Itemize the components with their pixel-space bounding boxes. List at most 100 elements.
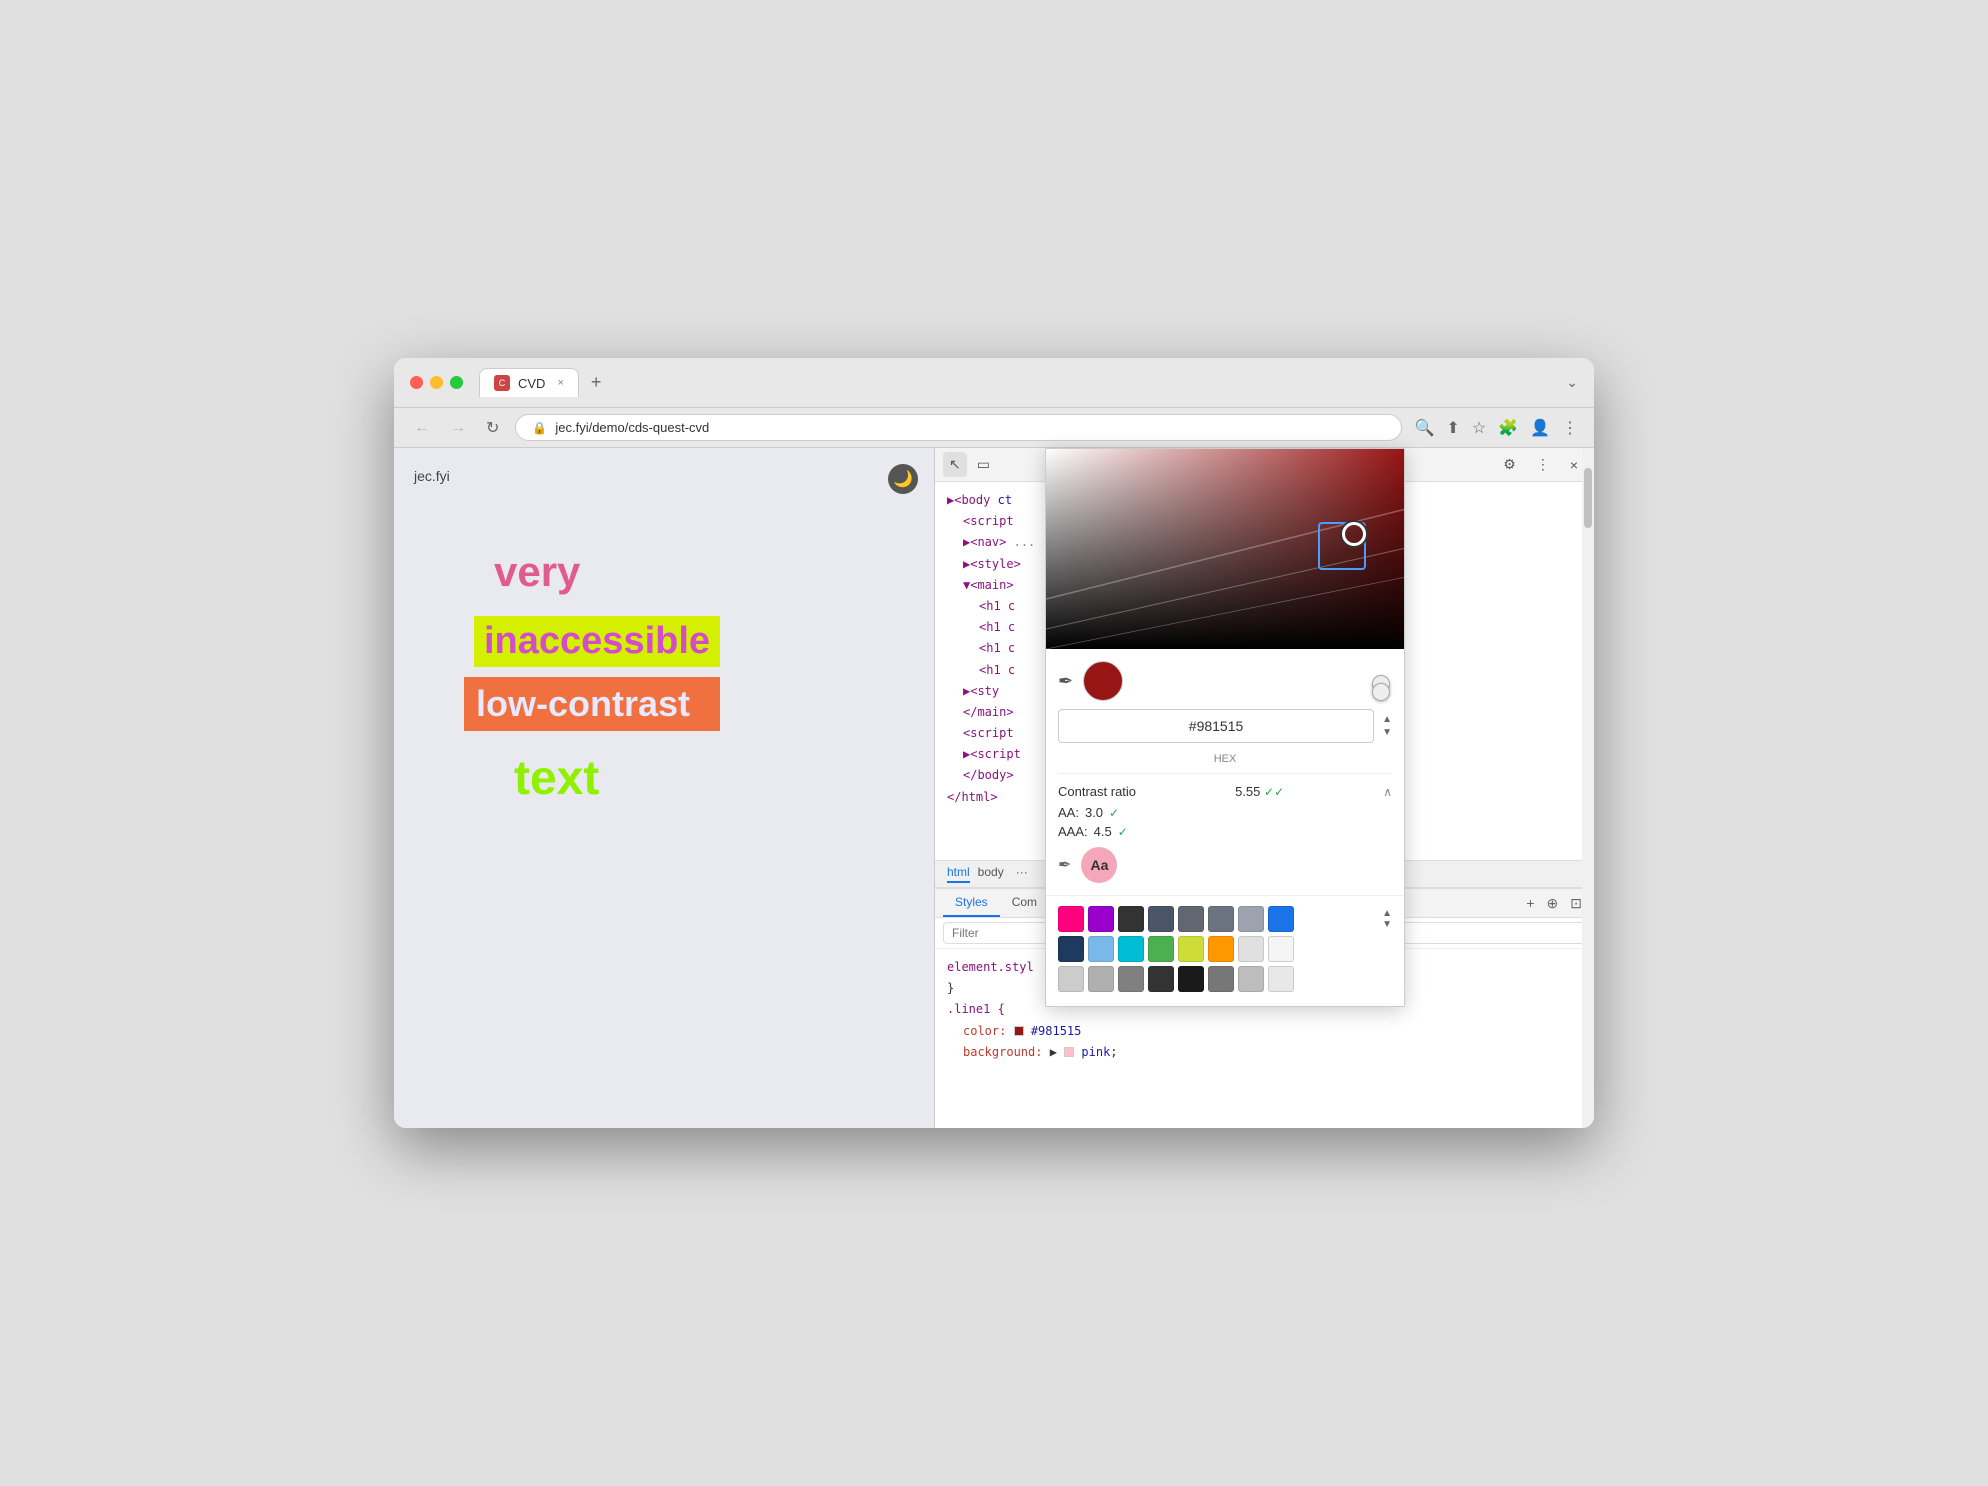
new-tab-button[interactable]: + <box>583 372 610 393</box>
bookmark-icon[interactable]: ☆ <box>1472 418 1486 438</box>
new-style-rule-button[interactable]: ⊕ <box>1543 893 1563 914</box>
swatch-blue[interactable] <box>1268 906 1294 932</box>
tab-computed[interactable]: Com <box>1000 889 1049 917</box>
css-background-triangle: ▶ <box>1050 1045 1064 1059</box>
aa-label: AA: <box>1058 805 1079 820</box>
contrast-section: Contrast ratio 5.55 ✓✓ ∧ AA: 3.0 ✓ <box>1058 773 1392 883</box>
css-color-value: #981515 <box>1031 1024 1082 1038</box>
eyedropper-button[interactable]: ✒ <box>1058 671 1073 692</box>
swatch-green[interactable] <box>1148 936 1174 962</box>
dom-tag-style2: ▶<sty <box>963 684 999 698</box>
swatch-lime[interactable] <box>1178 936 1204 962</box>
dom-tag-body: ▶<body <box>947 493 990 507</box>
css-background-swatch-inline[interactable] <box>1064 1047 1074 1057</box>
browser-window: C CVD × + ⌄ ← → ↻ 🔒 jec.fyi/demo/cds-que… <box>394 358 1594 1128</box>
swatch-dark-blue[interactable] <box>1058 936 1084 962</box>
add-style-rule-button[interactable]: + <box>1522 893 1538 913</box>
swatch-light-blue[interactable] <box>1088 936 1114 962</box>
element-picker-button[interactable]: ↖ <box>943 452 967 477</box>
settings-button[interactable]: ⚙ <box>1495 452 1524 477</box>
swatch-purple[interactable] <box>1088 906 1114 932</box>
search-icon[interactable]: 🔍 <box>1414 418 1434 438</box>
maximize-window-button[interactable] <box>450 376 463 389</box>
hex-stepper[interactable]: ▲ ▼ <box>1382 714 1392 738</box>
swatch-light-gray[interactable] <box>1238 936 1264 962</box>
swatch-near-black[interactable] <box>1148 966 1174 992</box>
swatch-gray7[interactable] <box>1208 966 1234 992</box>
url-text: jec.fyi/demo/cds-quest-cvd <box>555 420 709 435</box>
devtools-panel: ↖ ▭ ⚙ ⋮ × <box>934 448 1594 1128</box>
device-emulation-button[interactable]: ▭ <box>971 452 996 477</box>
swatch-off-white[interactable] <box>1268 966 1294 992</box>
swatch-gray3[interactable] <box>1238 906 1264 932</box>
scrollbar[interactable] <box>1582 448 1594 1128</box>
lock-icon: 🔒 <box>532 421 547 435</box>
color-cursor[interactable] <box>1342 522 1366 546</box>
scrollbar-thumb[interactable] <box>1584 468 1592 528</box>
hex-input-area: #981515 ▲ ▼ <box>1058 709 1392 743</box>
swatch-gray2[interactable] <box>1208 906 1234 932</box>
close-window-button[interactable] <box>410 376 423 389</box>
color-swatch-preview[interactable] <box>1083 661 1123 701</box>
swatch-orange[interactable] <box>1208 936 1234 962</box>
contrast-preview-badge: Aa <box>1081 847 1117 883</box>
forward-button[interactable]: → <box>446 417 470 439</box>
css-selector-element: element.styl <box>947 960 1034 974</box>
swatch-gray6[interactable] <box>1118 966 1144 992</box>
share-icon[interactable]: ⬆ <box>1446 418 1459 438</box>
swatch-gray1[interactable] <box>1178 906 1204 932</box>
minimize-window-button[interactable] <box>430 376 443 389</box>
swatch-gray4[interactable] <box>1058 966 1084 992</box>
color-gradient-canvas[interactable] <box>1046 449 1404 649</box>
dom-attr-body: ct <box>998 493 1012 507</box>
swatch-lighter-gray[interactable] <box>1268 936 1294 962</box>
address-actions: 🔍 ⬆ ☆ 🧩 👤 ⋮ <box>1414 418 1578 438</box>
swatches-row-3 <box>1058 966 1392 992</box>
contrast-expand-button[interactable]: ∧ <box>1383 785 1392 799</box>
url-bar[interactable]: 🔒 jec.fyi/demo/cds-quest-cvd <box>515 414 1402 441</box>
body-tab[interactable]: body <box>978 865 1004 883</box>
css-color-swatch-inline[interactable] <box>1014 1026 1024 1036</box>
reload-button[interactable]: ↻ <box>482 416 503 440</box>
alpha-thumb[interactable] <box>1372 683 1390 701</box>
dom-tag-h1-3: <h1 c <box>979 641 1015 655</box>
dom-dots-nav: ... <box>1014 535 1036 549</box>
css-background-value: pink; <box>1081 1045 1117 1059</box>
dom-tag-h1-4: <h1 c <box>979 663 1015 677</box>
menu-icon[interactable]: ⋮ <box>1562 418 1578 438</box>
contrast-ratio-row: Contrast ratio 5.55 ✓✓ ∧ <box>1058 784 1392 799</box>
aa-value: 3.0 <box>1085 805 1103 820</box>
swatch-dark2[interactable] <box>1148 906 1174 932</box>
dark-mode-button[interactable]: 🌙 <box>888 464 918 494</box>
extensions-icon[interactable]: 🧩 <box>1498 418 1518 438</box>
profile-icon[interactable]: 👤 <box>1530 418 1550 438</box>
dom-tag-main: ▼<main> <box>963 578 1014 592</box>
swatch-black[interactable] <box>1178 966 1204 992</box>
contrast-eyedropper-button[interactable]: ✒ <box>1058 855 1071 875</box>
more-options-button[interactable]: ⋮ <box>1528 452 1558 477</box>
aaa-check-icon: ✓ <box>1118 825 1128 839</box>
color-picker-controls: ✒ #981515 <box>1046 649 1404 895</box>
html-tab[interactable]: html <box>947 865 970 883</box>
contrast-ratio-value: 5.55 ✓✓ <box>1235 784 1284 799</box>
tab-styles[interactable]: Styles <box>943 889 1000 917</box>
swatch-gray5[interactable] <box>1088 966 1114 992</box>
swatch-gray8[interactable] <box>1238 966 1264 992</box>
dom-tag-script3: ▶<script <box>963 747 1021 761</box>
css-color-prop: color: #981515 <box>947 1021 1582 1042</box>
demo-text-area: very inaccessible low-contrast text <box>434 528 720 806</box>
back-button[interactable]: ← <box>410 417 434 439</box>
page-content: jec.fyi 🌙 very inaccessible low-contrast… <box>394 448 934 1128</box>
dots-tab[interactable]: ··· <box>1016 865 1028 883</box>
site-name: jec.fyi <box>414 468 450 484</box>
tab-chevron-icon[interactable]: ⌄ <box>1566 374 1578 391</box>
tab-close-button[interactable]: × <box>557 377 563 389</box>
swatch-pink[interactable] <box>1058 906 1084 932</box>
swatch-dark1[interactable] <box>1118 906 1144 932</box>
browser-tab-cvd[interactable]: C CVD × <box>479 368 579 397</box>
aaa-label: AAA: <box>1058 824 1088 839</box>
hex-input-field[interactable]: #981515 <box>1058 709 1374 743</box>
swatches-stepper-1[interactable]: ▲ ▼ <box>1382 908 1392 930</box>
swatch-teal[interactable] <box>1118 936 1144 962</box>
dom-tag-script2: <script <box>963 726 1014 740</box>
